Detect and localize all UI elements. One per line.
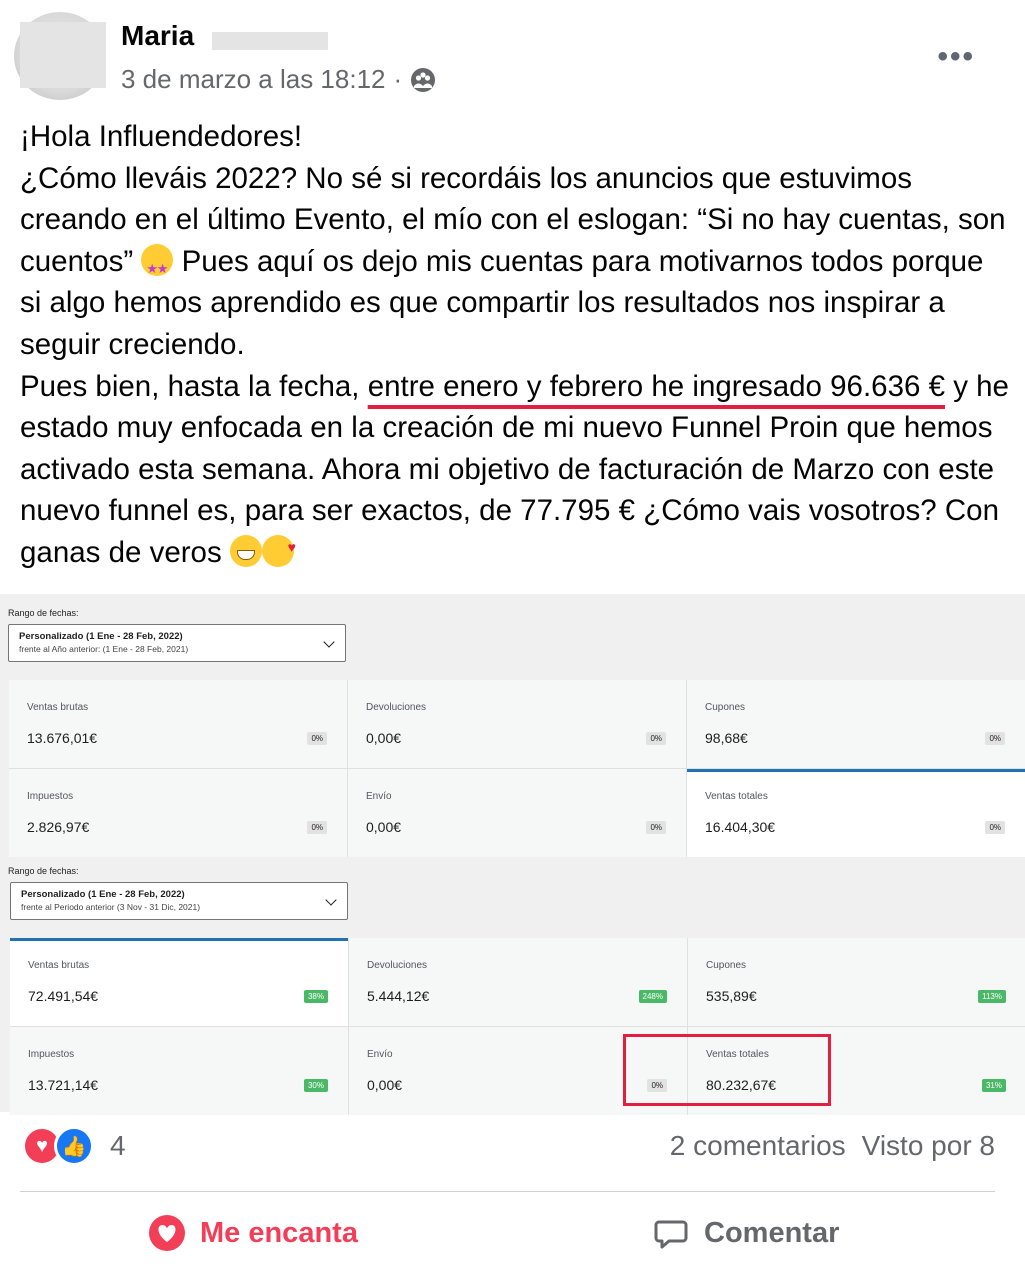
more-options-icon[interactable]: •••	[937, 40, 975, 74]
stat-label: Cupones	[705, 702, 746, 713]
stat-label: Impuestos	[28, 1049, 75, 1060]
stat-card-cupones: Cupones 535,89€ 113%	[688, 938, 1025, 1026]
change-badge: 0%	[646, 732, 666, 745]
stat-label: Envío	[367, 1049, 393, 1060]
reaction-count: 4	[110, 1130, 126, 1161]
name-redaction	[212, 32, 328, 50]
underlined-highlight: entre enero y febrero he ingresado 96.63…	[367, 369, 945, 403]
divider	[20, 1191, 995, 1192]
change-badge: 0%	[646, 821, 666, 834]
stat-value: 5.444,12€	[367, 988, 430, 1004]
comments-count-link[interactable]: 2 comentarios	[670, 1130, 846, 1162]
stat-value: 16.404,30€	[705, 819, 776, 835]
post-timestamp[interactable]: 3 de marzo a las 18:12	[121, 64, 386, 95]
kissing-emoji-icon	[261, 527, 296, 569]
stat-label: Envío	[366, 791, 392, 802]
change-badge: 38%	[303, 990, 328, 1003]
stat-card-envio: Envío 0,00€ 0%	[348, 769, 686, 857]
stat-card-devoluciones: Devoluciones 5.444,12€ 248%	[349, 938, 687, 1026]
stat-card-ventas-totales: Ventas totales 16.404,30€ 0%	[687, 769, 1025, 857]
date-range-compare: frente al Periodo anterior (3 Nov - 31 D…	[21, 902, 201, 912]
post-greeting: ¡Hola Influendedores!	[20, 120, 303, 153]
stat-card-ventas-brutas: Ventas brutas 13.676,01€ 0%	[9, 680, 347, 768]
change-badge: 0%	[985, 821, 1005, 834]
date-range-select: Personalizado (1 Ene - 28 Feb, 2022) fre…	[8, 624, 346, 662]
change-badge: 31%	[981, 1079, 1006, 1092]
change-badge: 0%	[307, 732, 327, 745]
stat-card-ventas-brutas: Ventas brutas 72.491,54€ 38%	[10, 938, 348, 1026]
love-button[interactable]: Me encanta	[148, 1214, 358, 1252]
date-range-label: Rango de fechas:	[8, 866, 79, 876]
change-badge: 0%	[985, 732, 1005, 745]
date-range-value: Personalizado (1 Ene - 28 Feb, 2022)	[21, 889, 185, 900]
reactions-summary[interactable]: ♥ 👍 4	[22, 1126, 126, 1166]
stat-card-cupones: Cupones 98,68€ 0%	[687, 680, 1025, 768]
sales-dashboard-image: Rango de fechas: Personalizado (1 Ene - …	[0, 594, 1025, 1115]
stat-label: Ventas totales	[705, 791, 768, 802]
comment-button-label: Comentar	[704, 1216, 840, 1249]
change-badge: 30%	[303, 1079, 328, 1092]
stat-card-impuestos: Impuestos 13.721,14€ 30%	[10, 1027, 348, 1115]
stat-label: Impuestos	[27, 791, 74, 802]
stat-value: 72.491,54€	[28, 988, 99, 1004]
heart-icon	[149, 1215, 185, 1251]
star-struck-emoji-icon	[141, 243, 174, 289]
views-count[interactable]: Visto por 8	[862, 1130, 995, 1162]
love-button-label: Me encanta	[200, 1216, 358, 1249]
highlight-box	[623, 1034, 831, 1106]
stat-value: 2.826,97€	[27, 819, 90, 835]
stat-value: 13.676,01€	[27, 730, 98, 746]
post-text-segment: Pues bien, hasta la fecha,	[20, 369, 360, 403]
post-meta: 3 de marzo a las 18:12 ·	[121, 64, 436, 95]
stats-grid: Ventas brutas 72.491,54€ 38% Devolucione…	[10, 938, 1025, 1115]
friends-icon[interactable]	[410, 67, 436, 93]
avatar-redaction	[20, 22, 106, 88]
change-badge: 248%	[638, 990, 667, 1003]
post-paragraph: ¿Cómo lleváis 2022? No sé si recordáis l…	[20, 158, 1010, 366]
post-paragraph: Pues bien, hasta la fecha, entre enero y…	[20, 366, 1010, 574]
stat-card-impuestos: Impuestos 2.826,97€ 0%	[9, 769, 347, 857]
stat-card-devoluciones: Devoluciones 0,00€ 0%	[348, 680, 686, 768]
stat-label: Devoluciones	[367, 960, 428, 971]
stat-value: 0,00€	[366, 819, 402, 835]
like-reaction-icon: 👍	[54, 1126, 94, 1166]
change-badge: 0%	[307, 821, 327, 834]
date-range-compare: frente al Año anterior: (1 Ene - 28 Feb,…	[19, 644, 189, 654]
grinning-emoji-icon	[229, 534, 262, 567]
comment-icon	[654, 1220, 688, 1249]
stat-label: Devoluciones	[366, 702, 427, 713]
date-range-select: Personalizado (1 Ene - 28 Feb, 2022) fre…	[10, 882, 348, 920]
date-range-label: Rango de fechas:	[8, 608, 79, 618]
stat-value: 0,00€	[367, 1077, 403, 1093]
comment-button[interactable]: Comentar	[652, 1214, 839, 1252]
meta-separator: ·	[393, 64, 403, 94]
stat-label: Ventas brutas	[28, 960, 90, 971]
stat-value: 535,89€	[706, 988, 757, 1004]
stat-value: 0,00€	[366, 730, 402, 746]
post-stats: 2 comentarios Visto por 8	[670, 1130, 995, 1162]
post-body: ¡Hola Influendedores! ¿Cómo lleváis 2022…	[20, 116, 1010, 574]
stat-value: 13.721,14€	[28, 1077, 99, 1093]
stat-label: Cupones	[706, 960, 747, 971]
author-name[interactable]: Maria	[121, 20, 194, 52]
date-range-value: Personalizado (1 Ene - 28 Feb, 2022)	[19, 631, 183, 642]
stats-grid: Ventas brutas 13.676,01€ 0% Devoluciones…	[9, 680, 1025, 857]
stat-label: Ventas brutas	[27, 702, 89, 713]
change-badge: 113%	[978, 990, 1006, 1003]
stat-value: 98,68€	[705, 730, 748, 746]
